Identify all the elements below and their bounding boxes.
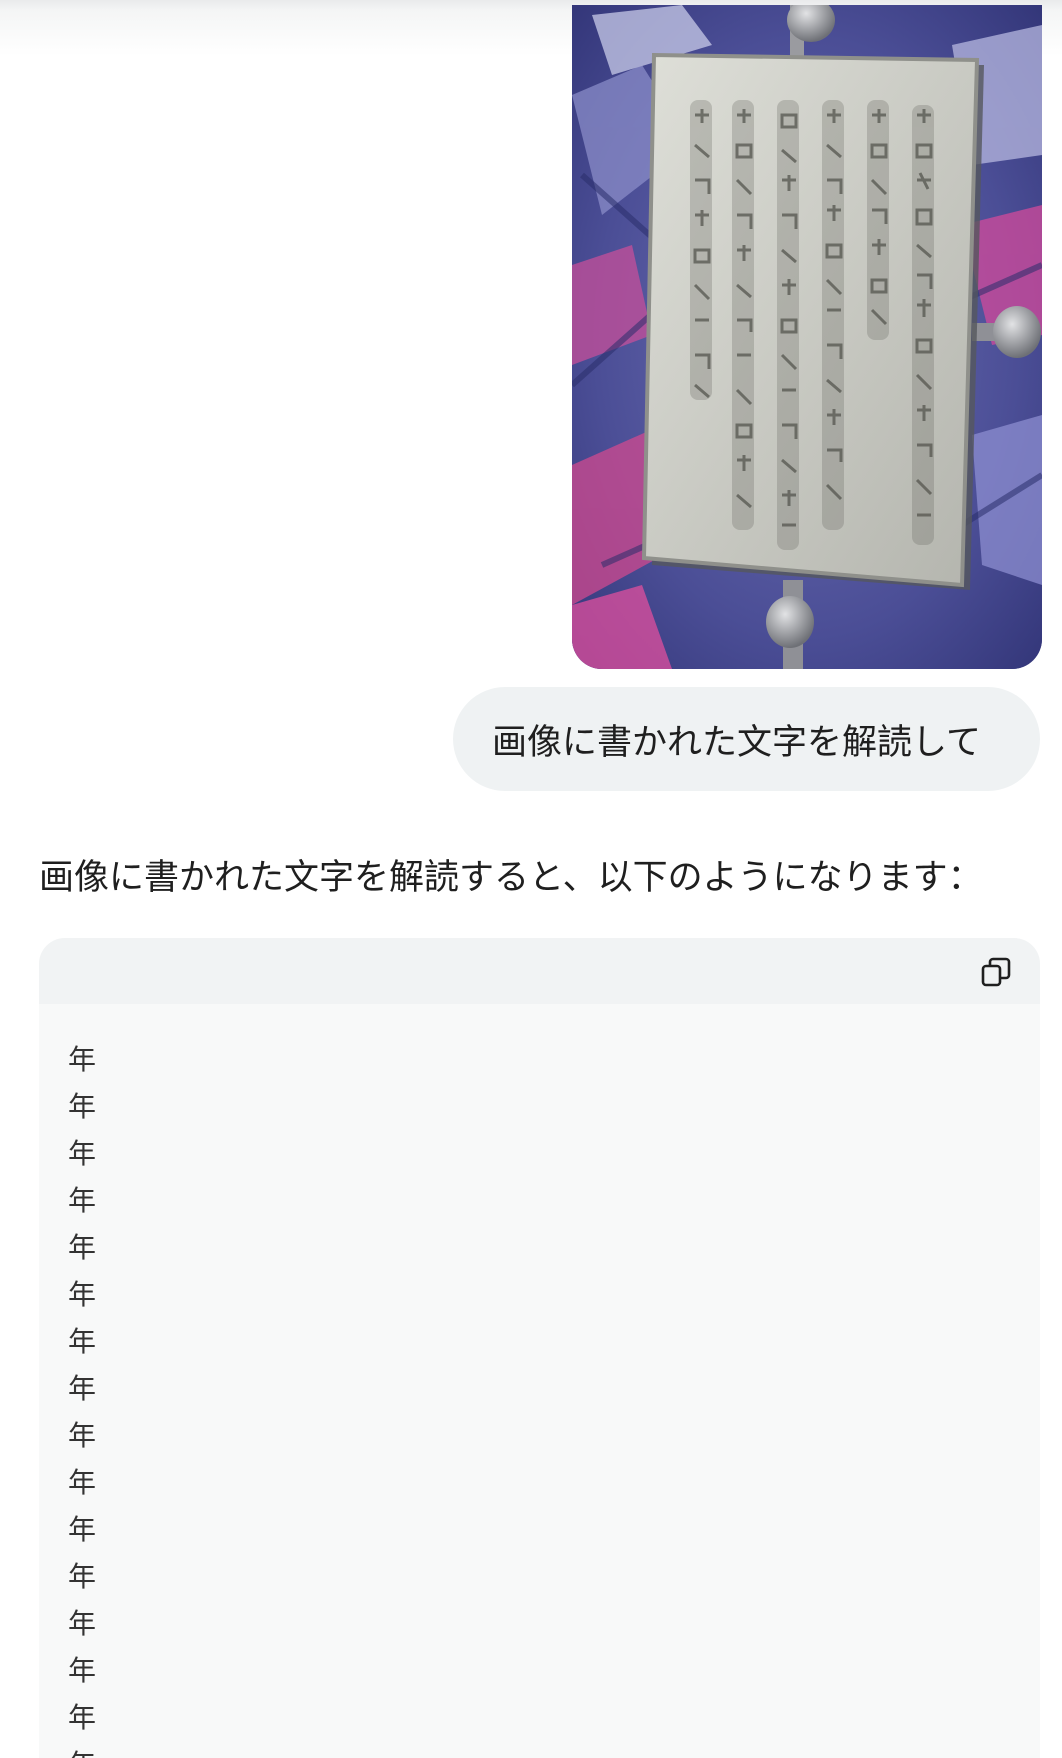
code-line: 年 <box>68 1184 97 1217</box>
code-line: 年 <box>68 1607 97 1640</box>
chat-screen: 画像に書かれた文字を解読して 画像に書かれた文字を解読すると、以下のようになりま… <box>0 0 1062 1758</box>
code-line: 年 <box>68 1654 97 1687</box>
code-line: 年 <box>68 1513 97 1546</box>
code-line: 年 <box>68 1325 97 1358</box>
code-line: 年 <box>68 1466 97 1499</box>
code-lines: 年 年 年 年 年 年 年 年 年 年 年 年 年 年 年 年 <box>68 1036 96 1758</box>
code-line: 年 <box>68 1137 97 1170</box>
code-line: 年 <box>68 1560 97 1593</box>
copy-icon <box>981 957 1011 987</box>
code-line: 年 <box>68 1278 97 1311</box>
assistant-intro-text: 画像に書かれた文字を解読すると、以下のようになります： <box>39 858 983 898</box>
code-block: 年 年 年 年 年 年 年 年 年 年 年 年 年 年 年 年 <box>39 938 1040 1758</box>
code-line: 年 <box>68 1231 97 1264</box>
code-line: 年 <box>68 1741 96 1758</box>
code-line: 年 <box>68 1043 97 1076</box>
code-line: 年 <box>68 1372 97 1405</box>
attached-photo[interactable] <box>572 5 1042 669</box>
user-message-bubble: 画像に書かれた文字を解読して <box>453 687 1040 791</box>
code-line: 年 <box>68 1701 97 1734</box>
user-message-text: 画像に書かれた文字を解読して <box>492 722 981 763</box>
copy-button[interactable] <box>976 952 1016 992</box>
code-block-header <box>39 938 1040 1004</box>
code-line: 年 <box>68 1090 97 1123</box>
code-line: 年 <box>68 1419 97 1452</box>
